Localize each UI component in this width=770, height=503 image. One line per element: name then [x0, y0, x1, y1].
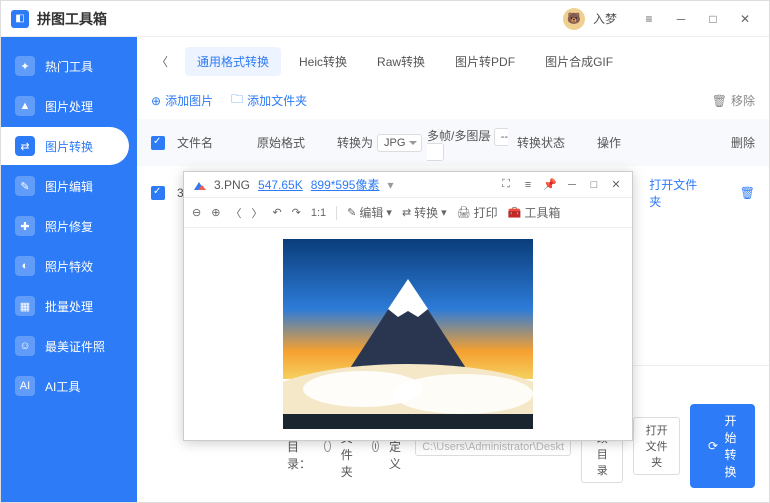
- sidebar-item-label: 图片转换: [45, 138, 93, 155]
- tab-general[interactable]: 通用格式转换: [185, 47, 281, 76]
- edit-icon: ✎: [15, 176, 35, 196]
- tool-label: 转换: [414, 204, 438, 221]
- back-button[interactable]: 〈: [151, 51, 173, 73]
- tool-label: 工具箱: [524, 204, 560, 221]
- user-avatar[interactable]: 🐻: [563, 8, 585, 30]
- preview-dimensions[interactable]: 899*595像素: [311, 176, 380, 193]
- tool-label: 编辑: [359, 204, 383, 221]
- remove-button[interactable]: 🗑 移除: [712, 92, 755, 109]
- start-convert-button[interactable]: ⟳ 开始转换: [690, 404, 755, 488]
- user-name: 入梦: [593, 10, 617, 27]
- sidebar-item-edit[interactable]: ✎ 图片编辑: [1, 167, 129, 205]
- action-label: 添加文件夹: [247, 92, 307, 109]
- open-dir-button[interactable]: 打开文件夹: [633, 417, 680, 475]
- preview-image: [184, 228, 632, 440]
- sidebar-item-convert[interactable]: ⇄ 图片转换: [1, 127, 129, 165]
- rotate-left-button[interactable]: ↶: [272, 206, 281, 219]
- batch-icon: ▦: [15, 296, 35, 316]
- refresh-icon: ⟳: [708, 439, 718, 453]
- maximize-button[interactable]: □: [699, 5, 727, 33]
- select-all-checkbox[interactable]: [151, 136, 165, 150]
- pv-minimize-button[interactable]: ─: [564, 177, 580, 193]
- row-delete-button[interactable]: 🗑: [740, 186, 755, 200]
- row-checkbox[interactable]: [151, 186, 165, 200]
- tab-pdf[interactable]: 图片转PDF: [443, 47, 527, 76]
- close-button[interactable]: ✕: [731, 5, 759, 33]
- col-convertto: 转换为: [337, 134, 373, 151]
- tab-heic[interactable]: Heic转换: [287, 47, 359, 76]
- effect-icon: ◐: [15, 256, 35, 276]
- pv-toolbox-button[interactable]: 🧰 工具箱: [508, 204, 561, 221]
- table-header: 文件名 原始格式 转换为JPG 多帧/多图层 -- 转换状态 操作 删除: [137, 119, 769, 166]
- col-delete: 删除: [731, 134, 755, 151]
- open-folder-link[interactable]: 打开文件夹: [649, 176, 707, 210]
- pv-edit-button[interactable]: ✎ 编辑 ▾: [347, 204, 392, 221]
- add-folder-button[interactable]: 🗀添加文件夹: [231, 90, 307, 111]
- pv-maximize-button[interactable]: □: [586, 177, 602, 193]
- prev-button[interactable]: 〈: [230, 205, 241, 221]
- repair-icon: ✚: [15, 216, 35, 236]
- sidebar-item-label: 最美证件照: [45, 338, 105, 355]
- sidebar-item-label: 照片特效: [45, 258, 93, 275]
- viewer-logo: [192, 178, 206, 192]
- chevron-down-icon[interactable]: ▾: [387, 178, 393, 192]
- button-label: 开始转换: [724, 412, 737, 480]
- action-label: 添加图片: [165, 92, 213, 109]
- sidebar-item-label: AI工具: [45, 378, 80, 395]
- tab-raw[interactable]: Raw转换: [365, 47, 437, 76]
- menu-button[interactable]: ≡: [635, 5, 663, 33]
- action-label: 移除: [731, 92, 755, 109]
- folder-plus-icon: 🗀: [231, 90, 243, 111]
- rotate-right-button[interactable]: ↷: [292, 206, 301, 219]
- divider: [336, 206, 337, 220]
- zoom-in-button[interactable]: ⊕: [211, 206, 220, 219]
- sidebar-item-effect[interactable]: ◐ 照片特效: [1, 247, 129, 285]
- col-origformat: 原始格式: [257, 134, 337, 151]
- app-title: 拼图工具箱: [37, 9, 107, 29]
- zoom-fit-button[interactable]: 1:1: [311, 207, 326, 219]
- sidebar-item-label: 照片修复: [45, 218, 93, 235]
- pv-close-button[interactable]: ✕: [608, 177, 624, 193]
- sidebar-item-ai[interactable]: AI AI工具: [1, 367, 129, 405]
- sidebar-item-batch[interactable]: ▦ 批量处理: [1, 287, 129, 325]
- preview-filename: 3.PNG: [214, 178, 250, 192]
- sidebar-item-process[interactable]: ▲ 图片处理: [1, 87, 129, 125]
- preview-filesize[interactable]: 547.65K: [258, 178, 303, 192]
- hot-icon: ✦: [15, 56, 35, 76]
- col-status: 转换状态: [517, 134, 597, 151]
- sidebar-item-label: 批量处理: [45, 298, 93, 315]
- pv-convert-button[interactable]: ⇄ 转换 ▾: [402, 204, 447, 221]
- sidebar-item-repair[interactable]: ✚ 照片修复: [1, 207, 129, 245]
- sidebar-item-idphoto[interactable]: ☺ 最美证件照: [1, 327, 129, 365]
- preview-window: 3.PNG 547.65K 899*595像素 ▾ ⛶ ≡ 📌 ─ □ ✕ ⊖ …: [183, 171, 633, 441]
- add-image-button[interactable]: ⊕ 添加图片: [151, 92, 213, 109]
- pv-expand-button[interactable]: ⛶: [498, 177, 514, 193]
- convert-icon: ⇄: [15, 136, 35, 156]
- sidebar: ✦ 热门工具 ▲ 图片处理 ⇄ 图片转换 ✎ 图片编辑 ✚ 照片修复 ◐ 照片特效 ▦ 批量处…: [1, 37, 137, 502]
- sidebar-item-label: 热门工具: [45, 58, 93, 75]
- trash-icon: 🗑: [712, 94, 727, 108]
- next-button[interactable]: 〉: [251, 205, 262, 221]
- col-filename: 文件名: [177, 134, 257, 151]
- process-icon: ▲: [15, 96, 35, 116]
- pv-pin-button[interactable]: 📌: [542, 177, 558, 193]
- radio-custom[interactable]: [372, 440, 379, 452]
- pv-menu-button[interactable]: ≡: [520, 177, 536, 193]
- tool-label: 打印: [474, 204, 498, 221]
- sidebar-item-hot[interactable]: ✦ 热门工具: [1, 47, 129, 85]
- minimize-button[interactable]: ─: [667, 5, 695, 33]
- radio-sourcefolder[interactable]: [324, 440, 331, 452]
- sidebar-item-label: 图片处理: [45, 98, 93, 115]
- pv-print-button[interactable]: 🖨 打印: [457, 204, 498, 221]
- zoom-out-button[interactable]: ⊖: [192, 206, 201, 219]
- ai-icon: AI: [15, 376, 35, 396]
- app-logo: ◧: [11, 10, 29, 28]
- idphoto-icon: ☺: [15, 336, 35, 356]
- plus-icon: ⊕: [151, 94, 161, 108]
- col-operation: 操作: [597, 134, 707, 151]
- format-select[interactable]: JPG: [377, 134, 422, 152]
- sidebar-item-label: 图片编辑: [45, 178, 93, 195]
- tab-gif[interactable]: 图片合成GIF: [533, 47, 625, 76]
- col-multiframe: 多帧/多图层: [427, 129, 490, 143]
